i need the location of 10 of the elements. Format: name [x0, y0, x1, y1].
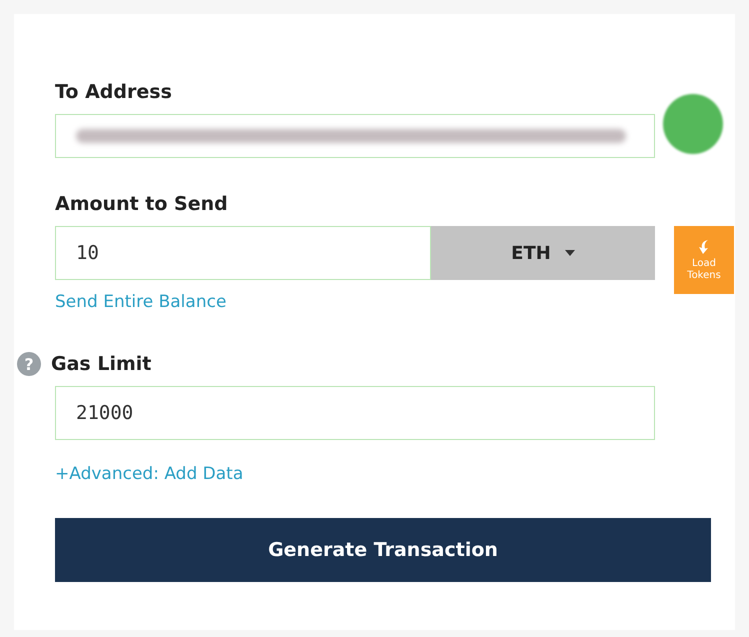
field-label: Amount to Send [55, 193, 228, 215]
generate-transaction-button[interactable]: Generate Transaction [55, 518, 711, 582]
identicon-icon [663, 94, 723, 154]
caret-icon [564, 250, 575, 256]
field-label: Gas Limit [51, 353, 152, 375]
field-label: To Address [55, 81, 172, 103]
curved-arrow-icon [697, 238, 711, 254]
gas-limit-field[interactable]: 21000 [55, 386, 655, 440]
currency-dropdown[interactable]: ETH [431, 226, 655, 280]
amount-field[interactable]: 10 [55, 226, 431, 280]
